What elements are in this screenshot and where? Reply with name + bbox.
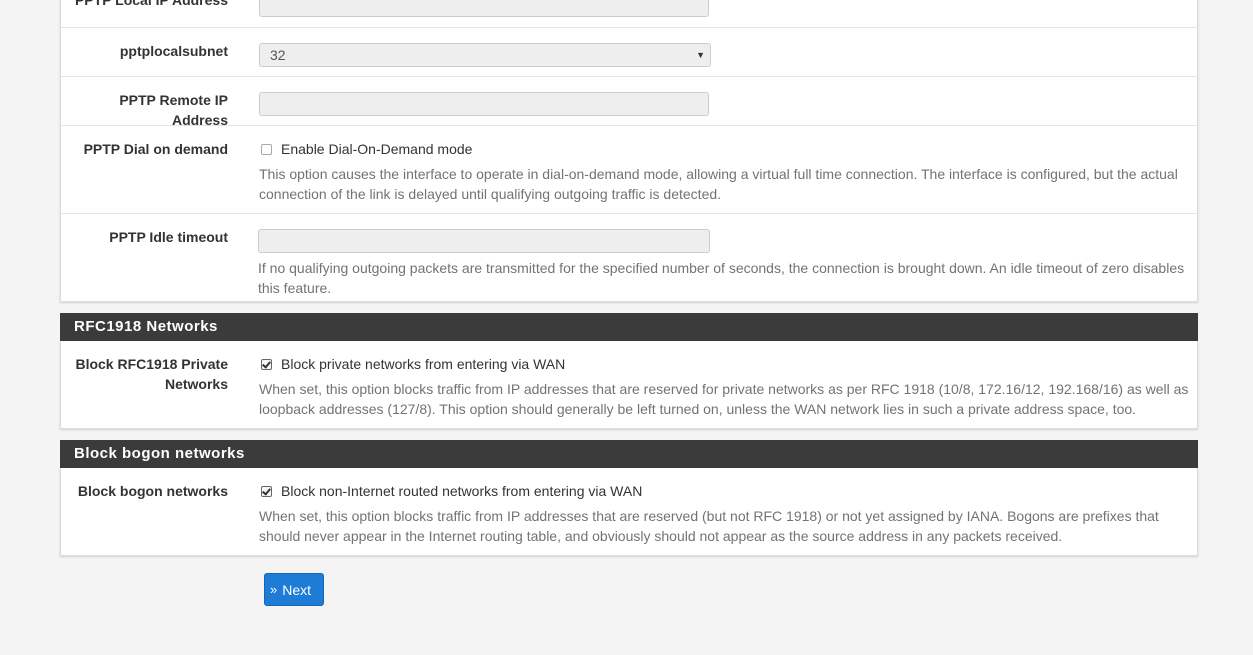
- block-bogon-checkbox[interactable]: [261, 486, 272, 497]
- chevron-down-icon: ▼: [696, 50, 705, 60]
- next-button-label: Next: [282, 581, 312, 598]
- pptp-remote-ip-row: PPTP Remote IP Address: [61, 77, 1197, 128]
- block-rfc1918-row: Block RFC1918 Private Networks Block pri…: [61, 341, 1197, 427]
- block-bogon-checkbox-label: Block non-Internet routed networks from …: [281, 483, 643, 499]
- dial-on-demand-checkbox[interactable]: [261, 144, 272, 155]
- dial-on-demand-checkbox-label: Enable Dial-On-Demand mode: [281, 141, 473, 157]
- pptp-local-ip-row: PPTP Local IP Address: [61, 0, 1197, 28]
- block-rfc1918-checkbox-label: Block private networks from entering via…: [281, 356, 566, 372]
- block-rfc1918-label: Block RFC1918 Private Networks: [75, 356, 228, 392]
- pptp-remote-ip-label: PPTP Remote IP Address: [119, 92, 228, 128]
- block-bogon-label: Block bogon networks: [77, 483, 228, 499]
- next-button[interactable]: » Next: [264, 573, 324, 606]
- bogon-section-header: Block bogon networks: [60, 440, 1198, 468]
- pptp-dial-on-demand-row: PPTP Dial on demand Enable Dial-On-Deman…: [61, 126, 1197, 214]
- pptp-local-subnet-row: pptplocalsubnet 32 ▼: [61, 28, 1197, 77]
- block-bogon-row: Block bogon networks Block non-Internet …: [61, 468, 1197, 554]
- pptp-local-subnet-value: 32: [270, 47, 286, 63]
- rfc1918-panel: Block RFC1918 Private Networks Block pri…: [60, 341, 1198, 429]
- idle-timeout-help: If no qualifying outgoing packets are tr…: [258, 260, 1185, 296]
- pptp-idle-timeout-input[interactable]: [258, 229, 710, 253]
- block-rfc1918-checkbox[interactable]: [261, 359, 272, 370]
- pptp-local-subnet-label: pptplocalsubnet: [119, 43, 228, 59]
- pptp-local-ip-label: PPTP Local IP Address: [74, 0, 228, 8]
- pptp-remote-ip-input[interactable]: [259, 92, 709, 116]
- double-chevron-right-icon: »: [270, 582, 277, 597]
- block-bogon-help: When set, this option blocks traffic fro…: [259, 508, 1159, 544]
- pptp-idle-timeout-label: PPTP Idle timeout: [109, 229, 228, 245]
- block-rfc1918-help: When set, this option blocks traffic fro…: [259, 381, 1189, 417]
- bogon-panel: Block bogon networks Block non-Internet …: [60, 468, 1198, 556]
- pptp-local-ip-input[interactable]: [259, 0, 709, 17]
- pptp-dial-on-demand-label: PPTP Dial on demand: [83, 141, 228, 157]
- rfc1918-section-header: RFC1918 Networks: [60, 313, 1198, 341]
- pptp-panel: PPTP Local IP Address pptplocalsubnet 32…: [60, 0, 1198, 302]
- dial-on-demand-help: This option causes the interface to oper…: [259, 166, 1178, 202]
- pptp-local-subnet-select[interactable]: 32 ▼: [259, 43, 711, 67]
- pptp-idle-timeout-row: PPTP Idle timeout If no qualifying outgo…: [61, 214, 1197, 302]
